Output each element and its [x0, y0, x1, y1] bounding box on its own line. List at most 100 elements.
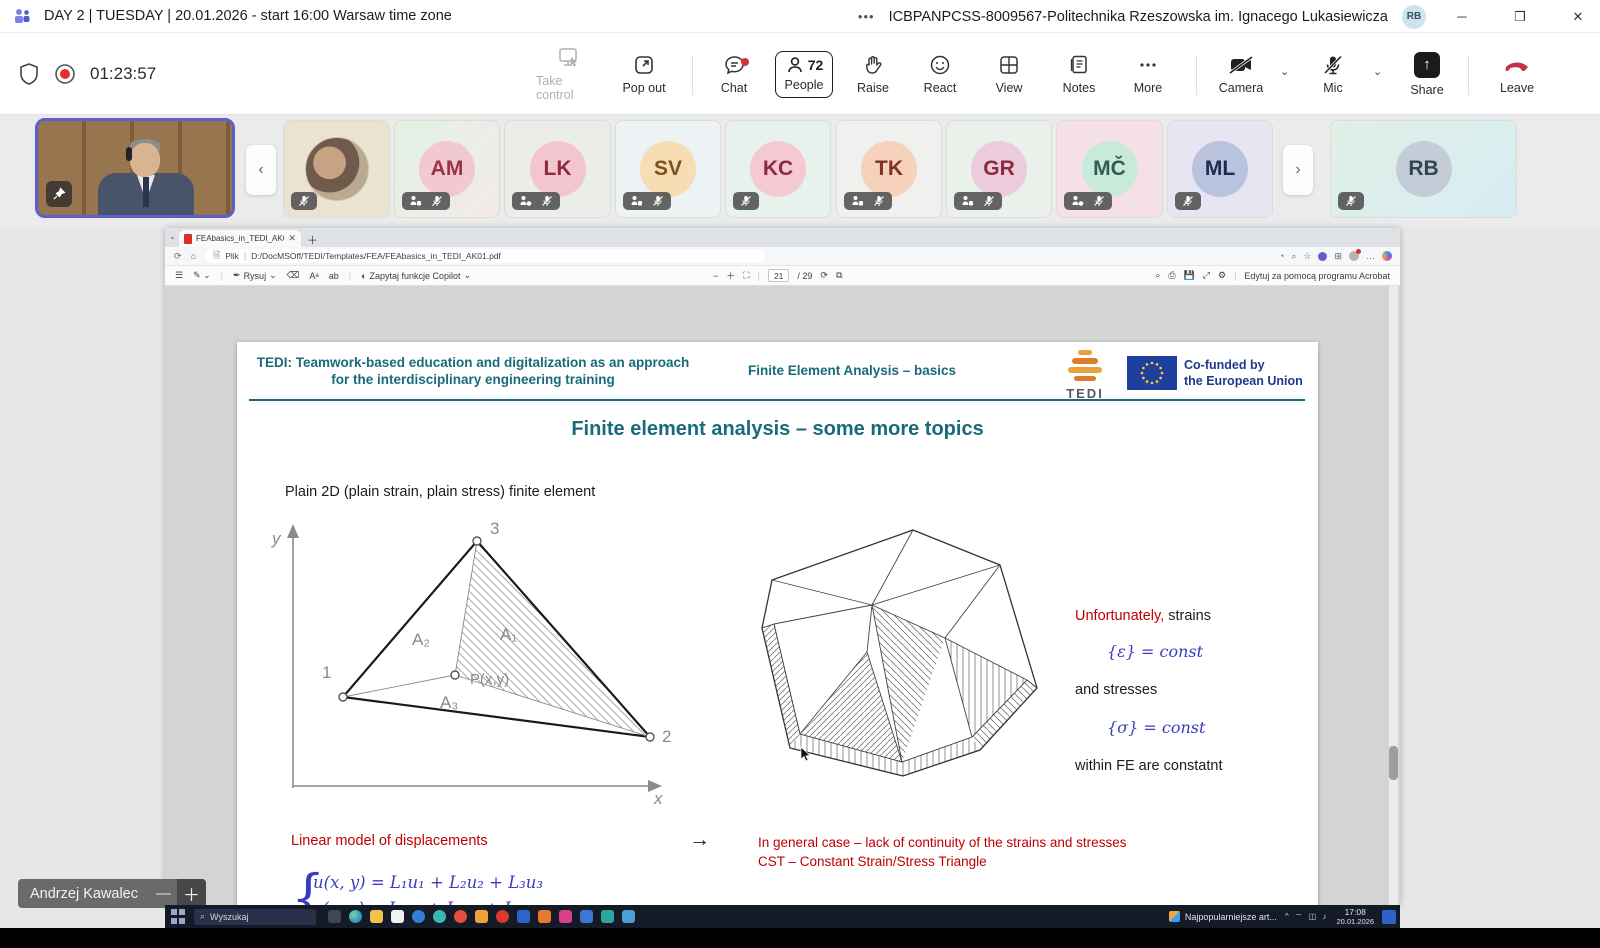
- scroll-left-button[interactable]: ‹: [246, 145, 276, 195]
- print-icon[interactable]: ⎙: [1168, 270, 1175, 281]
- draw-tool[interactable]: ✒ Rysuj ⌄: [233, 270, 277, 281]
- participant-tile[interactable]: ML: [1167, 120, 1273, 218]
- highlight-icon[interactable]: ab: [329, 271, 339, 281]
- notification-center-icon[interactable]: [1382, 910, 1396, 924]
- browser-more-icon[interactable]: …: [1366, 251, 1375, 261]
- word-icon[interactable]: [517, 910, 530, 923]
- app-icon[interactable]: [454, 910, 467, 923]
- settings-gear-icon[interactable]: ⚙: [1218, 270, 1226, 281]
- share-icon: ↑: [1414, 52, 1440, 78]
- teams-taskbar-icon[interactable]: [622, 910, 635, 923]
- browser-profile-icon[interactable]: [1349, 251, 1359, 261]
- url-box[interactable]: 🗎 Plik | D:/DocMSOff/TEDI/Templates/FEA/…: [205, 249, 765, 263]
- participant-tile[interactable]: LK: [504, 120, 611, 218]
- zoom-in-icon[interactable]: ＋: [726, 269, 735, 282]
- app-icon[interactable]: [580, 910, 593, 923]
- start-button[interactable]: [171, 909, 186, 924]
- app-icon[interactable]: [412, 910, 425, 923]
- expand-icon[interactable]: ⤢: [1203, 270, 1210, 281]
- pen-tool-icon[interactable]: ✎ ⌄: [193, 270, 211, 281]
- fit-page-icon[interactable]: ⛶: [743, 270, 749, 281]
- people-button[interactable]: 72 People: [770, 33, 838, 115]
- zoom-out-icon[interactable]: −: [713, 271, 718, 281]
- copilot-ask-button[interactable]: ◐ Zapytaj funkcje Copilot ⌄: [361, 270, 471, 281]
- toc-icon[interactable]: ☰: [175, 270, 183, 281]
- taskbar-clock[interactable]: 17:08 20.01.2026: [1336, 907, 1374, 927]
- share-button[interactable]: ↑ Share: [1398, 33, 1456, 115]
- refresh-icon[interactable]: ⟳: [174, 251, 182, 262]
- new-tab-button[interactable]: ＋: [307, 232, 318, 248]
- svg-text:A₂: A₂: [412, 630, 430, 649]
- eraser-icon[interactable]: ⌫: [287, 270, 300, 281]
- home-icon[interactable]: ⌂: [191, 251, 196, 261]
- within-fe-text: within FE are constatnt: [1075, 758, 1223, 774]
- browser-tab[interactable]: FEAbasics_in_TEDI_AK01.pdf ✕: [179, 230, 301, 247]
- page-number-input[interactable]: 21: [768, 269, 789, 282]
- extension-icon[interactable]: [1318, 252, 1327, 261]
- chat-button[interactable]: Chat: [708, 33, 760, 115]
- slide-title: Finite element analysis – some more topi…: [237, 418, 1318, 441]
- close-button[interactable]: ✕: [1556, 0, 1600, 33]
- pdf-scrollbar[interactable]: [1389, 286, 1398, 905]
- view-button[interactable]: View: [984, 33, 1034, 115]
- restore-button[interactable]: ❐: [1498, 0, 1542, 33]
- taskbar-search[interactable]: ⌕ Wyszukaj: [194, 909, 316, 925]
- app-icon[interactable]: [559, 910, 572, 923]
- rotate-icon[interactable]: ⟳: [820, 270, 828, 281]
- participant-tile[interactable]: TK: [836, 120, 942, 218]
- mic-options-chevron-icon[interactable]: ⌄: [1373, 65, 1382, 78]
- zoom-out-overlay-icon[interactable]: —: [150, 885, 177, 902]
- edit-in-acrobat-button[interactable]: Edytuj za pomocą programu Acrobat: [1244, 271, 1390, 281]
- participant-tile[interactable]: AM: [394, 120, 500, 218]
- minimize-button[interactable]: ─: [1440, 0, 1484, 33]
- app-icon[interactable]: [601, 910, 614, 923]
- app-icon[interactable]: [433, 910, 446, 923]
- zoom-in-overlay-icon[interactable]: ＋: [177, 879, 206, 908]
- read-aloud-icon[interactable]: ◔: [1279, 251, 1284, 261]
- app-icon[interactable]: [496, 910, 509, 923]
- participant-tile[interactable]: GR: [946, 120, 1052, 218]
- user-avatar[interactable]: RB: [1402, 5, 1426, 29]
- camera-options-chevron-icon[interactable]: ⌄: [1280, 65, 1289, 78]
- leave-button[interactable]: Leave: [1486, 33, 1548, 115]
- search-icon[interactable]: ⌕: [1155, 270, 1160, 281]
- linear-model-text: Linear model of displacements: [291, 833, 488, 849]
- favorites-icon[interactable]: ☆: [1303, 251, 1311, 262]
- notes-button[interactable]: Notes: [1052, 33, 1106, 115]
- tray-icons[interactable]: ^ ⌔ ◫ ♪: [1285, 912, 1329, 922]
- powerpoint-icon[interactable]: [538, 910, 551, 923]
- tab-close-icon[interactable]: ✕: [288, 233, 296, 244]
- text-size-icon[interactable]: Aᵃ: [309, 271, 318, 281]
- page-view-icon[interactable]: ⧉: [836, 270, 842, 281]
- pinned-video-tile[interactable]: [35, 118, 235, 218]
- participant-tile[interactable]: MČ: [1056, 120, 1163, 218]
- take-control-button[interactable]: Take control: [536, 33, 602, 115]
- app-icon[interactable]: [475, 910, 488, 923]
- notepad-icon[interactable]: [391, 910, 404, 923]
- zoom-icon[interactable]: ⌕: [1291, 251, 1296, 262]
- tab-search-chevron-icon[interactable]: ⌄: [169, 232, 176, 241]
- camera-button[interactable]: Camera: [1210, 33, 1272, 115]
- file-explorer-icon[interactable]: [370, 910, 383, 923]
- pop-out-button[interactable]: Pop out: [615, 33, 673, 115]
- titlebar-more-icon[interactable]: •••: [858, 9, 875, 24]
- participant-tile[interactable]: RB: [1330, 120, 1517, 218]
- people-icon: [785, 55, 805, 75]
- react-button[interactable]: React: [912, 33, 968, 115]
- participant-tile-photo[interactable]: [283, 120, 390, 218]
- collections-icon[interactable]: ⊞: [1334, 251, 1342, 262]
- mic-button[interactable]: Mic: [1304, 33, 1362, 115]
- participant-tile[interactable]: SV: [615, 120, 721, 218]
- task-view-icon[interactable]: [328, 910, 341, 923]
- edge-icon[interactable]: [349, 910, 362, 923]
- participant-tile[interactable]: KC: [725, 120, 831, 218]
- save-icon[interactable]: 💾: [1184, 270, 1195, 281]
- raise-hand-button[interactable]: Raise: [845, 33, 901, 115]
- scroll-right-button[interactable]: ›: [1283, 145, 1313, 195]
- pdf-scrollbar-thumb[interactable]: [1389, 746, 1398, 780]
- copilot-browser-icon[interactable]: [1382, 251, 1392, 261]
- more-button[interactable]: More: [1122, 33, 1174, 115]
- svg-text:2: 2: [662, 727, 671, 746]
- news-widget[interactable]: Najpopularniejsze art...: [1169, 911, 1277, 922]
- attendee-badge-icon: [409, 195, 422, 207]
